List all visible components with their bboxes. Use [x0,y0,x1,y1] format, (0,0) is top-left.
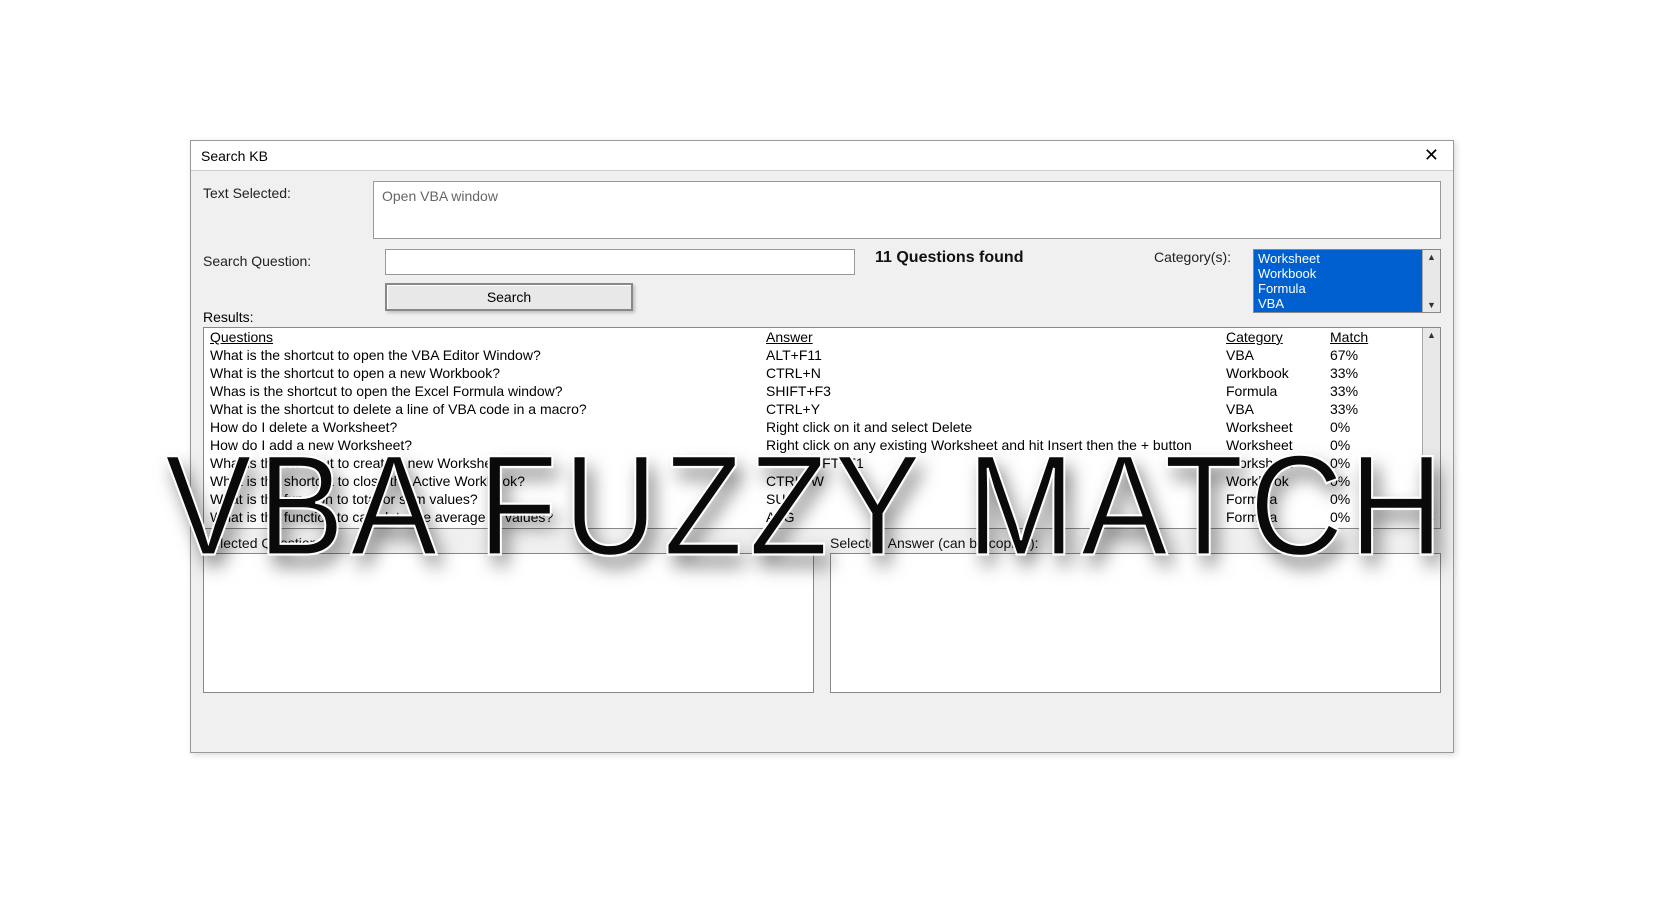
table-row[interactable]: What is the shortcut to close the Active… [204,472,1422,490]
table-row[interactable]: Whas is the shortcut to open the Excel F… [204,382,1422,400]
category-option[interactable]: Worksheet [1258,251,1418,266]
dialog-title: Search KB [201,148,268,164]
table-row[interactable]: What is the shortcut to delete a line of… [204,400,1422,418]
table-row[interactable]: What is the shortcut to open the VBA Edi… [204,346,1422,364]
text-selected-box[interactable]: Open VBA window [373,181,1441,239]
table-row[interactable]: How do I delete a Worksheet?Right click … [204,418,1422,436]
table-row[interactable]: What is the function to calculate the av… [204,508,1422,526]
close-icon[interactable]: ✕ [1420,145,1443,166]
category-listbox[interactable]: WorksheetWorkbookFormulaVBA ▲ ▼ [1253,249,1441,313]
text-selected-label: Text Selected: [203,181,373,201]
category-option[interactable]: VBA [1258,296,1418,311]
selected-answer-label: Selected Answer (can be copied): [830,535,1441,551]
col-header-answer: Answer [766,329,1226,345]
table-row[interactable]: What is the shortcut to open a new Workb… [204,364,1422,382]
scroll-down-icon[interactable]: ▼ [1427,514,1436,528]
selected-question-label: Selected Question: [203,535,814,551]
col-header-match: Match [1330,329,1390,345]
search-kb-dialog: Search KB ✕ Text Selected: Open VBA wind… [190,140,1454,753]
results-header: Questions Answer Category Match [204,328,1422,346]
dialog-body: Text Selected: Open VBA window Search Qu… [191,171,1453,703]
category-label: Category(s): [1154,249,1231,265]
scroll-up-icon[interactable]: ▲ [1427,250,1436,264]
table-row[interactable]: What is the function to total or sum val… [204,490,1422,508]
selected-question-box[interactable] [203,553,814,693]
selected-answer-box[interactable] [830,553,1441,693]
category-option[interactable]: Formula [1258,281,1418,296]
col-header-questions: Questions [210,329,766,345]
table-row[interactable]: What is the shortcut to create a new Wor… [204,454,1422,472]
scroll-up-icon[interactable]: ▲ [1427,328,1436,342]
category-option[interactable]: Workbook [1258,266,1418,281]
questions-found-label: 11 Questions found [875,249,1023,267]
results-listbox[interactable]: Questions Answer Category Match What is … [203,327,1441,529]
category-scrollbar[interactable]: ▲ ▼ [1422,250,1440,312]
search-question-label: Search Question: [203,249,373,269]
search-button[interactable]: Search [385,283,633,311]
titlebar: Search KB ✕ [191,141,1453,171]
table-row[interactable]: How do I add a new Worksheet?Right click… [204,436,1422,454]
col-header-category: Category [1226,329,1330,345]
results-scrollbar[interactable]: ▲ ▼ [1422,328,1440,528]
search-question-input[interactable] [385,249,855,275]
scroll-down-icon[interactable]: ▼ [1427,298,1436,312]
